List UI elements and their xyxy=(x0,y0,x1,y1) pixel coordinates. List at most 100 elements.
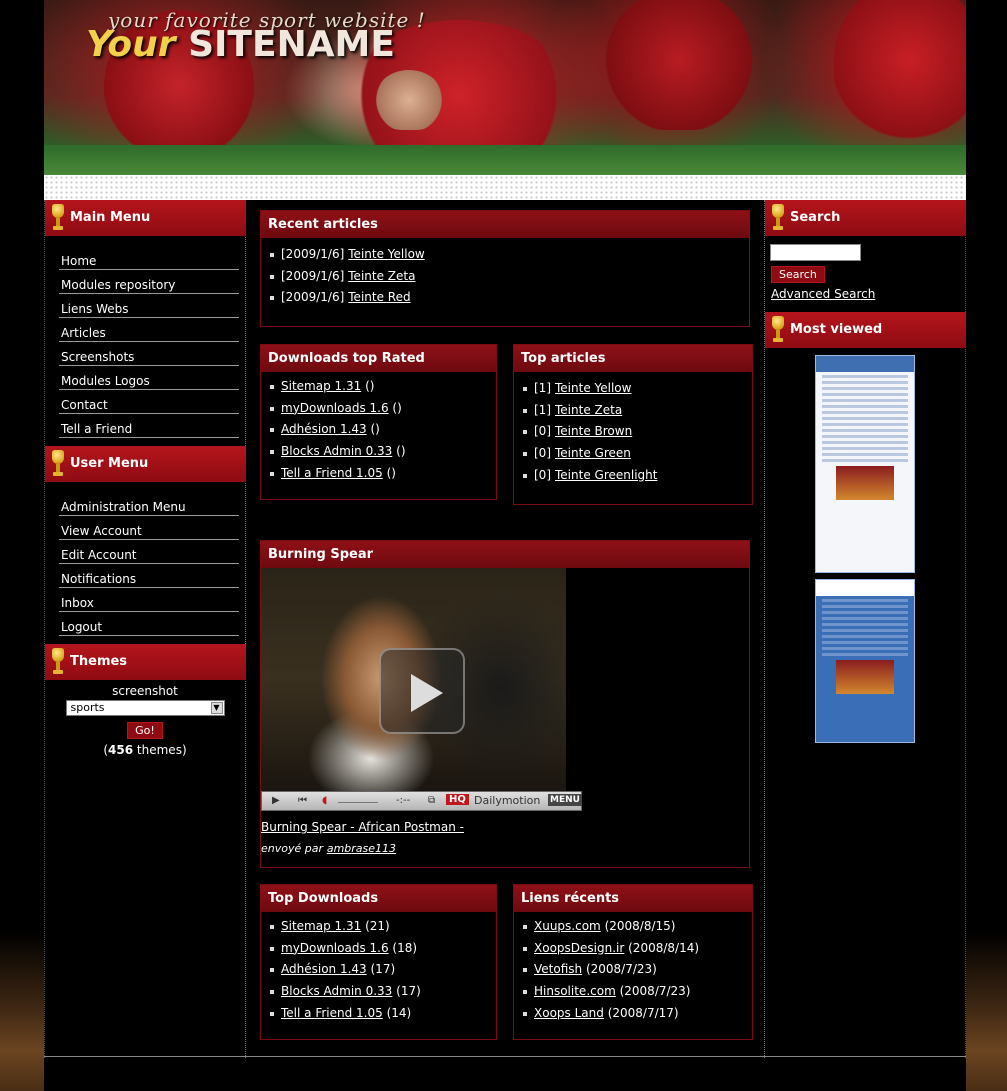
advanced-search-link[interactable]: Advanced Search xyxy=(771,287,965,301)
hq-button[interactable]: HQ xyxy=(446,794,469,805)
article-link[interactable]: Teinte Zeta xyxy=(555,403,622,417)
banner-player xyxy=(834,0,966,140)
themes-count-number: 456 xyxy=(108,743,134,757)
search-title-text: Search xyxy=(790,210,841,225)
download-link[interactable]: Adhésion 1.43 xyxy=(281,962,367,976)
search-button[interactable]: Search xyxy=(771,266,825,283)
article-link[interactable]: Teinte Yellow xyxy=(348,247,424,261)
site-link[interactable]: Hinsolite.com xyxy=(534,984,616,998)
popout-icon[interactable]: ⧉ xyxy=(428,795,435,806)
video-title-link[interactable]: Burning Spear - African Postman - xyxy=(261,820,464,834)
article-count: [0] xyxy=(534,424,551,439)
list-item: Adhésion 1.43 () xyxy=(268,419,496,441)
article-link[interactable]: Teinte Red xyxy=(348,290,410,304)
article-link[interactable]: Teinte Green xyxy=(555,446,631,460)
download-link[interactable]: myDownloads 1.6 xyxy=(281,941,389,955)
download-rating: () xyxy=(392,400,402,415)
download-link[interactable]: Blocks Admin 0.33 xyxy=(281,984,392,998)
themes-block: screenshot sports ▼ Go! (456 themes) xyxy=(45,680,245,757)
download-rating: () xyxy=(370,422,380,437)
most-viewed-thumbnail[interactable] xyxy=(815,579,915,743)
volume-slider[interactable] xyxy=(338,802,378,803)
link-date: (2008/7/23) xyxy=(619,984,691,999)
video-controls: ▶ ⏮ ◖ -:-- ⧉ HQ Dailymotion MENU xyxy=(261,791,582,811)
article-date: [2009/1/6] xyxy=(281,290,345,305)
top-downloads-list: Sitemap 1.31 (21) myDownloads 1.6 (18) A… xyxy=(261,912,496,1024)
list-item: Blocks Admin 0.33 (17) xyxy=(268,981,496,1003)
dailymotion-logo: Dailymotion xyxy=(474,794,541,807)
menu-link-logout[interactable]: Logout xyxy=(59,612,239,642)
right-column: Search Search Advanced Search Most viewe… xyxy=(764,200,966,1058)
play-small-icon[interactable]: ▶ xyxy=(272,795,280,806)
stop-icon[interactable]: ⏮ xyxy=(298,795,307,806)
link-date: (2008/7/23) xyxy=(585,962,657,977)
download-count: (17) xyxy=(396,984,421,999)
site-link[interactable]: XoopsDesign.ir xyxy=(534,941,624,955)
left-column: Main Menu Home Modules repository Liens … xyxy=(44,200,246,1058)
list-item: Tell a Friend 1.05 () xyxy=(268,463,496,485)
download-rating: () xyxy=(386,465,396,480)
user-menu: Administration Menu View Account Edit Ac… xyxy=(45,482,245,644)
video-menu-button[interactable]: MENU xyxy=(548,794,582,806)
article-count: [1] xyxy=(534,402,551,417)
article-link[interactable]: Teinte Brown xyxy=(555,424,632,438)
article-link[interactable]: Teinte Zeta xyxy=(348,269,415,283)
list-item: [2009/1/6] Teinte Zeta xyxy=(268,266,749,288)
banner-face xyxy=(374,70,444,130)
menu-item-screenshots: Screenshots xyxy=(59,342,239,366)
article-link[interactable]: Teinte Greenlight xyxy=(555,468,657,482)
themes-count-close: themes) xyxy=(133,743,187,757)
video-block-title: Burning Spear xyxy=(261,541,749,568)
menu-item-tell-a-friend: Tell a Friend xyxy=(59,414,239,438)
top-articles-block: Top articles [1] Teinte Yellow [1] Teinte … xyxy=(513,344,753,505)
video-player[interactable] xyxy=(261,568,566,791)
main-menu-title-text: Main Menu xyxy=(70,210,151,225)
site-link[interactable]: Xoops Land xyxy=(534,1006,604,1020)
themes-label: screenshot xyxy=(112,684,178,698)
download-link[interactable]: myDownloads 1.6 xyxy=(281,401,389,415)
theme-select-value: sports xyxy=(70,701,105,714)
article-link[interactable]: Teinte Yellow xyxy=(555,381,631,395)
theme-go-button[interactable]: Go! xyxy=(127,722,163,739)
theme-select[interactable]: sports ▼ xyxy=(65,700,225,716)
list-item: [0] Teinte Green xyxy=(521,443,752,465)
search-title: Search xyxy=(765,200,966,236)
footer-line xyxy=(44,1056,966,1058)
site-name[interactable]: Your SITENAME xyxy=(86,24,395,65)
most-viewed-title-text: Most viewed xyxy=(790,322,883,337)
play-icon[interactable] xyxy=(379,648,465,734)
site-link[interactable]: Xuups.com xyxy=(534,919,601,933)
main-menu-title: Main Menu xyxy=(45,200,246,236)
video-time: -:-- xyxy=(396,795,411,806)
video-author-link[interactable]: ambrase113 xyxy=(327,842,396,855)
download-link[interactable]: Sitemap 1.31 xyxy=(281,919,361,933)
download-link[interactable]: Tell a Friend 1.05 xyxy=(281,466,383,480)
menu-item-modules-repository: Modules repository xyxy=(59,270,239,294)
menu-link-tell-a-friend[interactable]: Tell a Friend xyxy=(59,414,239,444)
download-link[interactable]: Adhésion 1.43 xyxy=(281,422,367,436)
most-viewed-thumbnail[interactable] xyxy=(815,355,915,573)
list-item: Xuups.com (2008/8/15) xyxy=(521,916,752,938)
link-date: (2008/8/15) xyxy=(604,919,676,933)
list-item: Hinsolite.com (2008/7/23) xyxy=(521,981,752,1003)
list-item: [2009/1/6] Teinte Yellow xyxy=(268,244,749,266)
list-item: [0] Teinte Greenlight xyxy=(521,465,752,487)
downloads-top-rated-block: Downloads top Rated Sitemap 1.31 () myDo… xyxy=(260,344,497,500)
search-input[interactable] xyxy=(770,244,861,261)
trophy-icon xyxy=(771,204,785,232)
video-sent-by: envoyé par xyxy=(261,842,323,855)
list-item: Tell a Friend 1.05 (14) xyxy=(268,1003,496,1025)
download-link[interactable]: Blocks Admin 0.33 xyxy=(281,444,392,458)
download-link[interactable]: Sitemap 1.31 xyxy=(281,379,361,393)
menu-item-administration: Administration Menu xyxy=(59,492,239,516)
list-item: Adhésion 1.43 (17) xyxy=(268,959,496,981)
site-link[interactable]: Vetofish xyxy=(534,962,582,976)
recent-links-block: Liens récents Xuups.com (2008/8/15) Xoop… xyxy=(513,884,753,1040)
trophy-icon xyxy=(51,450,65,478)
main-menu: Home Modules repository Liens Webs Artic… xyxy=(45,236,245,446)
user-menu-title-text: User Menu xyxy=(70,456,149,471)
dotted-strip xyxy=(44,175,966,200)
download-link[interactable]: Tell a Friend 1.05 xyxy=(281,1006,383,1020)
volume-icon[interactable]: ◖ xyxy=(322,795,327,806)
most-viewed-title: Most viewed xyxy=(765,312,966,348)
